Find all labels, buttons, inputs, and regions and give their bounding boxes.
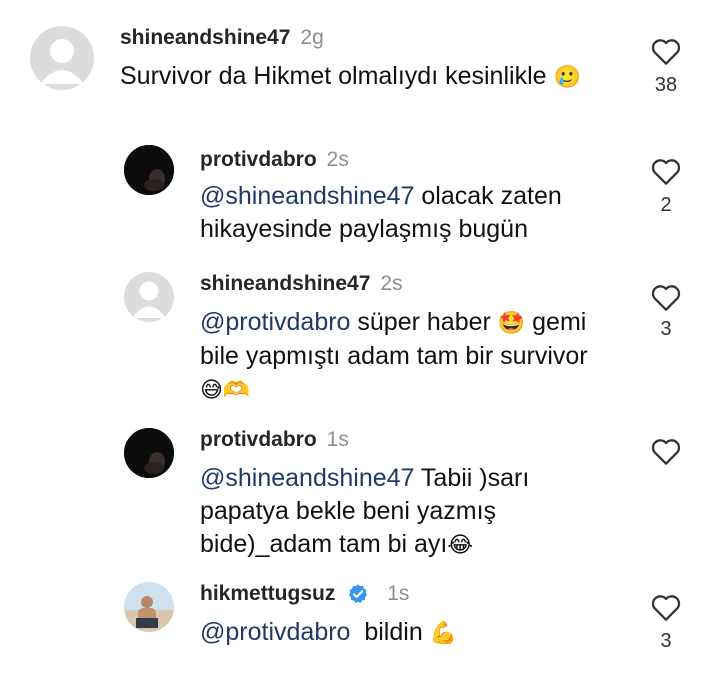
comment-5: hikmettugsuz 1s @protivdabro bildin 💪 3 [0,572,720,672]
comment-username[interactable]: protivdabro 1s [200,428,349,452]
heart-icon[interactable] [650,36,682,66]
comment-text: @shineandshine47 olacak zaten hikayesind… [200,182,562,243]
mention-link[interactable]: @protivdabro [200,618,350,646]
heart-icon[interactable] [650,592,682,622]
comment-text: @protivdabro bildin 💪 [200,616,640,650]
flexed-biceps-emoji: 💪 [429,620,458,646]
comment-username[interactable]: protivdabro 2s [200,148,349,172]
smiling-face-with-tear-emoji: 🥲 [553,64,581,90]
like-count[interactable]: 3 [646,630,686,653]
tears-of-joy-emoji: 😂 [447,532,474,558]
comment-time: 1s [326,428,349,451]
avatar[interactable] [124,428,174,478]
avatar[interactable] [124,145,174,195]
like-count[interactable]: 3 [646,318,686,341]
like-count[interactable]: 2 [646,194,686,217]
comment-username[interactable]: shineandshine47 2s [200,272,403,296]
verified-badge-icon [349,584,368,604]
heart-icon[interactable] [650,156,682,186]
avatar[interactable] [124,582,174,632]
star-struck-emoji: 🤩 [497,310,526,336]
comment-username[interactable]: hikmettugsuz 1s [200,582,409,606]
comment-time: 1s [387,582,410,605]
default-avatar-icon [40,39,84,84]
mention-link[interactable]: @shineandshine47 [200,464,414,492]
comment-time: 2g [300,26,324,49]
comment-text: @shineandshine47 Tabii )sarı papatya bek… [200,462,640,562]
profile-photo-icon [124,428,174,478]
mention-link[interactable]: @protivdabro [200,308,350,336]
comment-time: 2s [326,148,349,171]
comment-text: @protivdabro süper haber 🤩 gemi bile yap… [200,306,640,407]
heart-icon[interactable] [650,436,682,466]
comment-1: shineandshine47 2g Survivor da Hikmet olm… [0,0,720,120]
comment-username[interactable]: shineandshine47 2g [120,26,324,50]
default-avatar-icon [132,281,166,318]
sweat-smile-heart-hands-emoji: 😅🫶 [200,377,251,403]
comment-2: protivdabro 2s @shineandshine47 olacak za… [0,130,720,250]
like-count[interactable]: 38 [646,74,686,97]
comment-time: 2s [380,272,403,295]
avatar[interactable] [30,26,94,90]
comment-4: protivdabro 1s @shineandshine47 Tabii )sa… [0,420,720,570]
heart-icon[interactable] [650,282,682,312]
profile-photo-icon [124,582,174,632]
avatar[interactable] [124,272,174,322]
comment-text: Survivor da Hikmet olmalıydı kesinlikle … [120,60,640,94]
profile-photo-icon [124,145,174,195]
comment-3: shineandshine47 2s @protivdabro süper hab… [0,260,720,410]
mention-link[interactable]: @shineandshine47 [200,182,414,210]
